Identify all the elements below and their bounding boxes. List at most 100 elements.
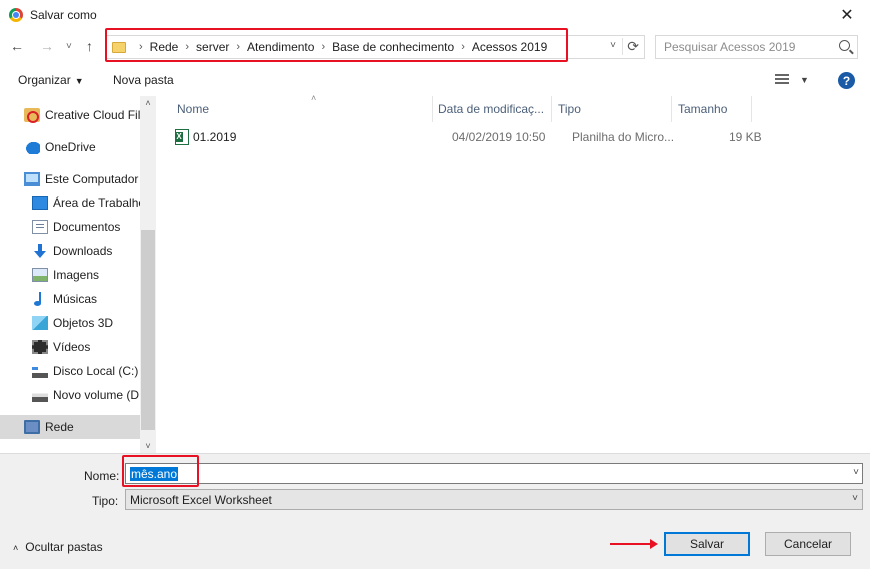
chevron-up-icon: ˄ xyxy=(13,543,19,553)
column-header-data[interactable]: Data de modificaç... xyxy=(432,96,552,122)
chevron-down-icon: ▼ xyxy=(74,76,84,86)
breadcrumb-server[interactable]: server xyxy=(196,40,229,54)
file-type: Planilha do Micro... xyxy=(572,130,675,144)
column-header-label: Tipo xyxy=(558,102,581,116)
drive-icon xyxy=(32,388,48,402)
address-dropdown-button[interactable]: ˅ xyxy=(610,40,616,51)
file-name: 01.2019 xyxy=(193,130,237,144)
sidebar-item-label: Documentos xyxy=(53,220,121,234)
sidebar-item-label: OneDrive xyxy=(45,140,96,154)
breadcrumb-separator[interactable]: › xyxy=(321,41,325,53)
column-header-label: Tamanho xyxy=(678,102,728,116)
chrome-icon xyxy=(9,8,23,22)
network-icon xyxy=(24,420,40,434)
breadcrumb-separator[interactable]: › xyxy=(236,41,240,53)
up-button[interactable]: ↑ xyxy=(86,38,93,54)
breadcrumb-acessos-2019[interactable]: Acessos 2019 xyxy=(472,40,547,54)
column-header-tamanho[interactable]: Tamanho xyxy=(672,96,752,122)
recent-locations-button[interactable]: ˅ xyxy=(66,41,72,52)
type-label: Tipo: xyxy=(92,494,119,508)
scroll-down-icon[interactable]: ˅ xyxy=(140,441,156,451)
sidebar-item-label: Vídeos xyxy=(53,340,91,354)
search-input[interactable]: Pesquisar Acessos 2019 xyxy=(655,35,858,59)
chevron-down-icon[interactable]: ˅ xyxy=(853,467,859,478)
sidebar-item-area-de-trabalho[interactable]: Área de Trabalho xyxy=(32,191,140,215)
column-header-label: Data de modificaç... xyxy=(438,102,545,116)
sidebar-item-label: Creative Cloud Fil xyxy=(45,108,141,122)
help-icon[interactable]: ? xyxy=(838,72,855,89)
hide-folders-button[interactable]: ˄ Ocultar pastas xyxy=(13,540,103,554)
sidebar-item-label: Novo volume (D xyxy=(53,388,140,402)
folder-icon xyxy=(112,41,126,53)
excel-file-icon xyxy=(175,129,189,145)
cloud-icon xyxy=(24,140,40,154)
address-bar[interactable]: › Rede › server › Atendimento › Base de … xyxy=(105,35,645,59)
file-size: 19 KB xyxy=(729,130,762,144)
view-options-icon[interactable] xyxy=(775,74,789,86)
breadcrumb-rede[interactable]: Rede xyxy=(150,40,179,54)
sidebar-item-disco-local[interactable]: Disco Local (C:) xyxy=(32,359,140,383)
sidebar-item-label: Imagens xyxy=(53,268,100,282)
search-placeholder: Pesquisar Acessos 2019 xyxy=(664,40,796,54)
sidebar-item-rede[interactable]: Rede xyxy=(0,415,140,439)
breadcrumb-base-de-conhecimento[interactable]: Base de conhecimento xyxy=(332,40,454,54)
search-icon[interactable] xyxy=(839,40,850,51)
file-date: 04/02/2019 10:50 xyxy=(452,130,546,144)
sort-ascending-icon: ˄ xyxy=(311,93,317,103)
pictures-icon xyxy=(32,268,48,282)
column-header-tipo[interactable]: Tipo xyxy=(552,96,672,122)
sidebar-item-label: Este Computador xyxy=(45,172,139,186)
column-header-label: Nome xyxy=(177,102,210,116)
3d-objects-icon xyxy=(32,316,48,330)
creative-cloud-icon xyxy=(24,108,40,123)
scroll-up-icon[interactable]: ˄ xyxy=(140,98,156,108)
close-button[interactable]: ✕ xyxy=(824,0,870,30)
window-title: Salvar como xyxy=(30,8,97,22)
file-type-select[interactable]: Microsoft Excel Worksheet ˅ xyxy=(125,489,863,510)
save-form: Nome: mês.ano ˅ Tipo: Microsoft Excel Wo… xyxy=(0,453,870,569)
navigation-pane: Creative Cloud Fil OneDrive Este Computa… xyxy=(0,96,156,453)
file-row[interactable]: 01.2019 04/02/2019 10:50 Planilha do Mic… xyxy=(171,126,771,148)
sidebar-scrollbar[interactable]: ˄ ˅ xyxy=(140,96,156,453)
cancel-button[interactable]: Cancelar xyxy=(765,532,851,556)
view-dropdown-button[interactable]: ▼ xyxy=(800,75,809,85)
organize-button[interactable]: Organizar ▼ xyxy=(18,73,84,87)
name-label: Nome: xyxy=(84,469,120,483)
sidebar-item-documentos[interactable]: Documentos xyxy=(32,215,140,239)
breadcrumb-separator[interactable]: › xyxy=(185,41,189,53)
file-name-value: mês.ano xyxy=(130,467,179,481)
sidebar-item-videos[interactable]: Vídeos xyxy=(32,335,140,359)
red-arrow-annotation xyxy=(610,539,658,549)
sidebar-item-objetos-3d[interactable]: Objetos 3D xyxy=(32,311,140,335)
breadcrumb-separator[interactable]: › xyxy=(461,41,465,53)
breadcrumb: › Rede › server › Atendimento › Base de … xyxy=(132,40,547,54)
file-list: ˄ Nome Data de modificaç... Tipo Tamanho… xyxy=(157,93,870,453)
forward-button[interactable]: → xyxy=(40,38,54,54)
title-bar: Salvar como ✕ xyxy=(0,0,870,30)
sidebar-item-label: Downloads xyxy=(53,244,113,258)
file-type-value: Microsoft Excel Worksheet xyxy=(130,493,272,507)
column-header-nome[interactable]: ˄ Nome xyxy=(171,93,433,122)
music-icon xyxy=(32,292,48,306)
computer-icon xyxy=(24,172,40,186)
hide-folders-label: Ocultar pastas xyxy=(25,540,103,554)
back-button[interactable]: ← xyxy=(10,38,24,54)
sidebar-item-downloads[interactable]: Downloads xyxy=(32,239,140,263)
new-folder-button[interactable]: Nova pasta xyxy=(113,73,174,87)
scrollbar-thumb[interactable] xyxy=(141,230,155,430)
documents-icon xyxy=(32,220,48,234)
local-disk-icon xyxy=(32,364,48,378)
chevron-down-icon: ˅ xyxy=(852,493,858,504)
sidebar-item-novo-volume[interactable]: Novo volume (D xyxy=(32,383,140,407)
sidebar-item-musicas[interactable]: Músicas xyxy=(32,287,140,311)
sidebar-item-imagens[interactable]: Imagens xyxy=(32,263,140,287)
breadcrumb-atendimento[interactable]: Atendimento xyxy=(247,40,314,54)
save-button[interactable]: Salvar xyxy=(664,532,750,556)
file-name-input[interactable]: mês.ano ˅ xyxy=(125,463,863,484)
refresh-icon[interactable]: ⟳ xyxy=(622,38,639,55)
downloads-icon xyxy=(32,244,48,258)
toolbar: Organizar ▼ Nova pasta ▼ ? xyxy=(0,64,870,96)
breadcrumb-separator[interactable]: › xyxy=(139,41,143,53)
desktop-icon xyxy=(32,196,48,210)
sidebar-item-label: Músicas xyxy=(53,292,98,306)
